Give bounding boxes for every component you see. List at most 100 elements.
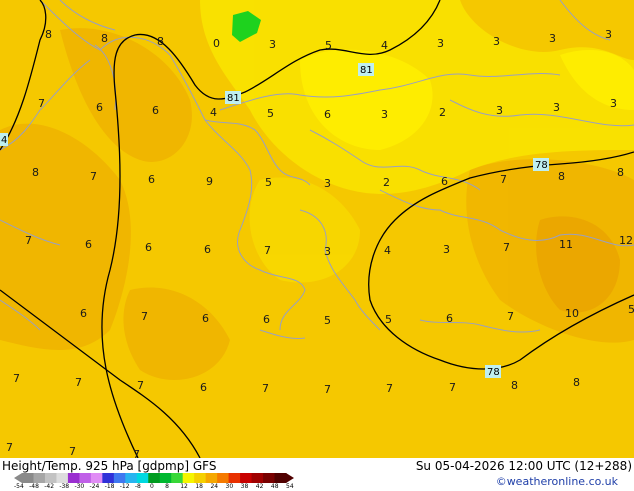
colorbar-swatch — [33, 473, 46, 483]
colorbar-tick-label: 8 — [165, 483, 169, 490]
color-scale-bar — [14, 473, 294, 483]
temp-value: 5 — [628, 303, 634, 316]
temp-value: 3 — [324, 177, 331, 190]
temp-value: 7 — [449, 381, 456, 394]
colorbar-tick-label: -18 — [104, 483, 115, 490]
colorbar-tick-label: -54 — [14, 483, 24, 490]
colorbar-swatch — [240, 473, 253, 483]
colorbar-swatch — [251, 473, 264, 483]
colorbar-swatch — [182, 473, 195, 483]
temp-value: 6 — [152, 104, 159, 117]
temp-value: 3 — [443, 243, 450, 256]
temp-value: 3 — [553, 101, 560, 114]
temp-value: 7 — [503, 241, 510, 254]
colorbar-arrow-left — [14, 473, 22, 483]
colorbar-swatch — [90, 473, 103, 483]
temp-value: 8 — [157, 35, 164, 48]
colorbar-swatch — [228, 473, 241, 483]
temp-value: 7 — [75, 376, 82, 389]
temp-value: 7 — [137, 379, 144, 392]
temp-value: 7 — [141, 310, 148, 323]
temp-value: 6 — [145, 241, 152, 254]
temp-value: 3 — [605, 28, 612, 41]
colorbar-swatch — [113, 473, 126, 483]
temp-value: 4 — [384, 244, 391, 257]
colorbar-swatch — [67, 473, 80, 483]
colorbar-tick-label: 38 — [240, 483, 249, 490]
temp-value: 8 — [101, 32, 108, 45]
temp-value: 8 — [45, 28, 52, 41]
temp-value: 8 — [511, 379, 518, 392]
temp-value: 7 — [69, 445, 76, 458]
weather-map: 81 81 78 78 4 8 8 8 0 3 5 4 3 3 3 3 7 6 — [0, 0, 634, 458]
temp-value: 7 — [25, 234, 32, 247]
contour-label: 81 — [225, 91, 241, 104]
svg-text:78: 78 — [487, 367, 500, 378]
colorbar-swatch — [125, 473, 138, 483]
map-footer: Height/Temp. 925 hPa [gdpmp] GFS Su 05-0… — [0, 458, 634, 490]
colorbar-tick-label: 30 — [225, 483, 234, 490]
colorbar-swatch — [217, 473, 230, 483]
colorbar-swatch — [148, 473, 161, 483]
temp-value: 7 — [507, 310, 514, 323]
svg-text:4: 4 — [1, 135, 7, 146]
colorbar-swatch — [44, 473, 57, 483]
temp-value: 6 — [263, 313, 270, 326]
colorbar-swatch — [274, 473, 287, 483]
temp-value: 3 — [496, 104, 503, 117]
temp-value: 4 — [210, 106, 217, 119]
contour-label: 4 — [0, 133, 8, 146]
temp-value: 3 — [269, 38, 276, 51]
temp-value: 7 — [90, 170, 97, 183]
temp-value: 9 — [206, 175, 213, 188]
colorbar-swatch — [159, 473, 172, 483]
temp-value: 6 — [148, 173, 155, 186]
colorbar-swatch — [56, 473, 69, 483]
temp-value: 8 — [558, 170, 565, 183]
colorbar-swatch — [171, 473, 184, 483]
colorbar-tick-label: -8 — [134, 483, 141, 490]
temp-value: 5 — [385, 313, 392, 326]
colorbar-tick-label: -48 — [29, 483, 39, 490]
colorbar-tick-label: -42 — [44, 483, 55, 490]
colorbar-arrow-right — [286, 473, 294, 483]
colorbar-tick-label: -30 — [74, 483, 85, 490]
credit-link[interactable]: ©weatheronline.co.uk — [496, 475, 618, 488]
temp-value: 7 — [262, 382, 269, 395]
colorbar-swatch — [79, 473, 92, 483]
temp-value: 7 — [38, 97, 45, 110]
temp-value: 6 — [80, 307, 87, 320]
contour-label: 78 — [533, 158, 549, 171]
colorbar-tick-label: 54 — [286, 483, 294, 490]
valid-time: Su 05-04-2026 12:00 UTC (12+288) — [415, 459, 632, 473]
temp-value: 7 — [133, 448, 140, 458]
colorbar-swatch — [263, 473, 276, 483]
temp-value: 3 — [437, 37, 444, 50]
temp-value: 3 — [549, 32, 556, 45]
svg-text:81: 81 — [227, 93, 240, 104]
temp-value: 6 — [96, 101, 103, 114]
svg-text:81: 81 — [360, 65, 373, 76]
temp-value: 5 — [265, 176, 272, 189]
svg-text:78: 78 — [535, 160, 548, 171]
temp-value: 4 — [381, 39, 388, 52]
temp-value: 8 — [573, 376, 580, 389]
temp-value: 3 — [324, 245, 331, 258]
temp-value: 7 — [500, 173, 507, 186]
temp-value: 6 — [200, 381, 207, 394]
colorbar-swatch — [205, 473, 218, 483]
contour-label: 78 — [485, 365, 501, 378]
temp-value: 5 — [324, 314, 331, 327]
temp-value: 7 — [386, 382, 393, 395]
temp-value: 6 — [85, 238, 92, 251]
temp-value: 7 — [13, 372, 20, 385]
temp-value: 7 — [324, 383, 331, 396]
colorbar-tick-label: 12 — [180, 483, 188, 490]
temp-value: 2 — [383, 176, 390, 189]
temp-value: 5 — [325, 39, 332, 52]
temp-value: 8 — [617, 166, 624, 179]
temp-value: 3 — [610, 97, 617, 110]
map-title: Height/Temp. 925 hPa [gdpmp] GFS — [2, 459, 217, 473]
temp-value: 6 — [204, 243, 211, 256]
temp-value: 2 — [439, 106, 446, 119]
